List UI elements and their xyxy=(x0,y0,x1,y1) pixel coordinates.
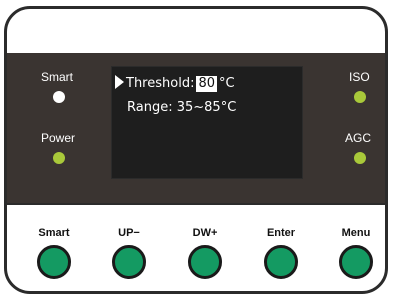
down-button[interactable] xyxy=(188,245,222,279)
smart-led-icon xyxy=(53,91,65,103)
panel-divider xyxy=(7,203,385,205)
smart-indicator-label: Smart xyxy=(41,70,74,84)
smart-button[interactable] xyxy=(37,245,71,279)
iso-led-icon xyxy=(354,91,366,103)
power-led-icon xyxy=(53,152,65,164)
menu-button-label: Menu xyxy=(341,227,371,239)
agc-indicator-label: AGC xyxy=(345,131,372,145)
down-button-label: DW+ xyxy=(192,227,218,239)
enter-button[interactable] xyxy=(264,245,298,279)
iso-indicator-label: ISO xyxy=(349,70,370,84)
threshold-row[interactable]: Threshold: 80 °C xyxy=(115,75,235,92)
threshold-value[interactable]: 80 xyxy=(196,76,217,92)
controller-device: Smart Power ISO AGC Threshold: 80 °C Range… xyxy=(4,6,388,294)
power-indicator-label: Power xyxy=(41,131,76,145)
enter-button-label: Enter xyxy=(266,227,296,239)
threshold-unit: °C xyxy=(219,76,235,91)
smart-button-label: Smart xyxy=(38,227,70,239)
indicator-panel: Smart Power ISO AGC Threshold: 80 °C Range… xyxy=(7,53,385,203)
threshold-label: Threshold: xyxy=(126,76,195,91)
up-button[interactable] xyxy=(112,245,146,279)
agc-led-icon xyxy=(354,152,366,164)
range-text: Range: 35~85°C xyxy=(127,100,237,115)
lcd-screen: Threshold: 80 °C Range: 35~85°C xyxy=(111,66,303,179)
menu-button[interactable] xyxy=(339,245,373,279)
selection-arrow-icon xyxy=(115,75,124,89)
up-button-label: UP− xyxy=(118,227,140,239)
